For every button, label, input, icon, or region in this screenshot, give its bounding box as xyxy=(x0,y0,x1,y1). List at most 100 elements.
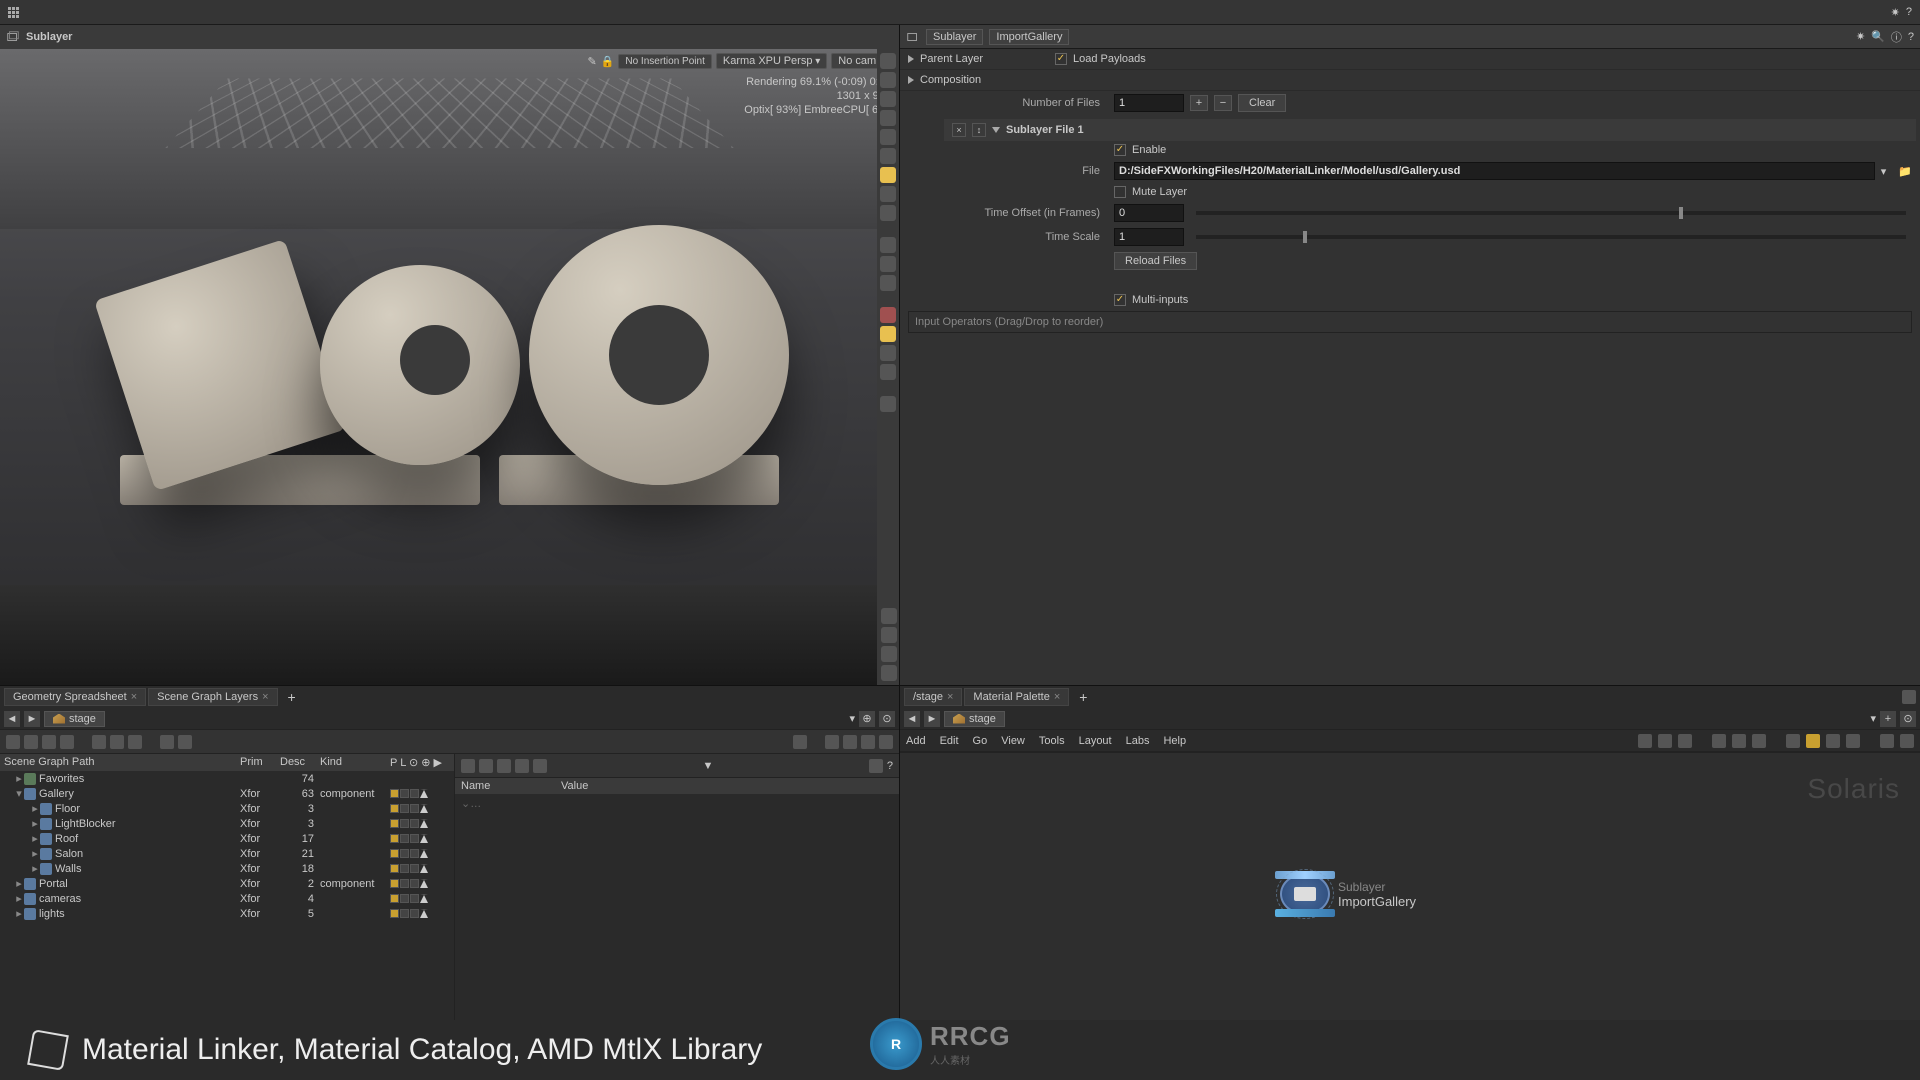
net-add-icon[interactable]: + xyxy=(1880,711,1896,727)
scene-graph-row[interactable]: ▸RoofXfor17 xyxy=(0,831,454,846)
renderer-chip[interactable]: Karma XPU Persp ▾ xyxy=(716,53,827,69)
panel-help-icon[interactable]: ? xyxy=(1908,31,1914,43)
menu-view[interactable]: View xyxy=(1001,735,1025,747)
sublayer-file-section[interactable]: × ↕ Sublayer File 1 xyxy=(944,119,1916,141)
scene-graph-row[interactable]: ▾GalleryXfor63component xyxy=(0,786,454,801)
remove-sublayer-icon[interactable]: × xyxy=(952,123,966,137)
tab-geometry-spreadsheet[interactable]: Geometry Spreadsheet× xyxy=(4,688,146,706)
dropdown-icon[interactable]: ▾ xyxy=(849,712,855,725)
add-file-button[interactable]: + xyxy=(1190,95,1208,111)
vp-tool-8[interactable] xyxy=(880,186,896,202)
vp-tool-12[interactable] xyxy=(880,275,896,291)
net-gear-icon[interactable]: ⊙ xyxy=(1900,711,1916,727)
network-path[interactable]: stage xyxy=(944,711,1005,727)
nt-icon-6[interactable] xyxy=(1752,734,1766,748)
pp-view-4[interactable] xyxy=(515,759,529,773)
vp-tool-10[interactable] xyxy=(880,237,896,253)
menu-add[interactable]: Add xyxy=(906,735,926,747)
clear-files-button[interactable]: Clear xyxy=(1238,94,1286,112)
vp-tool-4[interactable] xyxy=(880,110,896,126)
pencil-icon[interactable]: ✎ xyxy=(587,55,596,68)
file-browser-icon[interactable]: 📁 xyxy=(1898,165,1912,178)
tb-icon-14[interactable] xyxy=(879,735,893,749)
nt-icon-10[interactable] xyxy=(1846,734,1860,748)
nt-icon-11[interactable] xyxy=(1880,734,1894,748)
panel-search-icon[interactable]: 🔍 xyxy=(1871,30,1885,43)
pp-help-icon[interactable]: ? xyxy=(887,760,893,772)
net-back-icon[interactable]: ◄ xyxy=(904,711,920,727)
enable-checkbox[interactable] xyxy=(1114,144,1126,156)
scene-graph-row[interactable]: ▸FloorXfor3 xyxy=(0,801,454,816)
node-importgallery[interactable]: Sublayer ImportGallery xyxy=(1280,873,1416,915)
tb-icon-6[interactable] xyxy=(110,735,124,749)
time-offset-slider[interactable] xyxy=(1196,211,1906,215)
search-icon[interactable] xyxy=(1900,734,1914,748)
vp-tool-6[interactable] xyxy=(880,148,896,164)
tb-icon-9[interactable] xyxy=(178,735,192,749)
scene-graph-row[interactable]: ▸LightBlockerXfor3 xyxy=(0,816,454,831)
tab-stage[interactable]: /stage× xyxy=(904,688,962,706)
gear-icon[interactable]: ✷ xyxy=(1891,6,1900,19)
breadcrumb-type[interactable]: Sublayer xyxy=(926,29,983,45)
tb-icon-1[interactable] xyxy=(6,735,20,749)
remove-file-button[interactable]: − xyxy=(1214,95,1232,111)
file-dropdown-icon[interactable]: ▾ xyxy=(1881,165,1887,178)
tb-icon-8[interactable] xyxy=(160,735,174,749)
vp-grid-icon[interactable] xyxy=(881,665,897,681)
tb-icon-7[interactable] xyxy=(128,735,142,749)
tb-icon-2[interactable] xyxy=(24,735,38,749)
tb-icon-4[interactable] xyxy=(60,735,74,749)
time-offset-input[interactable] xyxy=(1114,204,1184,222)
scene-graph-row[interactable]: ▸lightsXfor5 xyxy=(0,906,454,921)
filter-icon[interactable]: ▼ xyxy=(703,760,714,772)
time-scale-slider[interactable] xyxy=(1196,235,1906,239)
net-max-icon[interactable] xyxy=(1902,690,1916,704)
tb-icon-3[interactable] xyxy=(42,735,56,749)
vp-snapshot-icon[interactable] xyxy=(881,608,897,624)
menu-help[interactable]: Help xyxy=(1163,735,1186,747)
nt-icon-8[interactable] xyxy=(1806,734,1820,748)
scene-graph-row[interactable]: ▸Favorites74 xyxy=(0,771,454,786)
lock-icon[interactable]: 🔒 xyxy=(601,55,615,68)
tab-material-palette[interactable]: Material Palette× xyxy=(964,688,1069,706)
menu-edit[interactable]: Edit xyxy=(940,735,959,747)
nt-icon-4[interactable] xyxy=(1712,734,1726,748)
vp-tool-11[interactable] xyxy=(880,256,896,272)
stage-path[interactable]: stage xyxy=(44,711,105,727)
tb-icon-13[interactable] xyxy=(861,735,875,749)
panel-gear-icon[interactable]: ✷ xyxy=(1856,30,1865,43)
scene-graph-row[interactable]: ▸SalonXfor21 xyxy=(0,846,454,861)
pp-view-5[interactable] xyxy=(533,759,547,773)
load-payloads-checkbox[interactable] xyxy=(1055,53,1067,65)
breadcrumb-name[interactable]: ImportGallery xyxy=(989,29,1069,45)
scene-graph-row[interactable]: ▸PortalXfor2component xyxy=(0,876,454,891)
app-menu-icon[interactable] xyxy=(8,7,19,18)
menu-labs[interactable]: Labs xyxy=(1126,735,1150,747)
tb-icon-12[interactable] xyxy=(843,735,857,749)
vp-tool-13[interactable] xyxy=(880,307,896,323)
net-dropdown-icon[interactable]: ▾ xyxy=(1870,712,1876,725)
nav-fwd-icon[interactable]: ► xyxy=(24,711,40,727)
viewport[interactable]: ✎ 🔒 No Insertion Point Karma XPU Persp ▾… xyxy=(0,49,899,685)
nav-back-icon[interactable]: ◄ xyxy=(4,711,20,727)
vp-tool-light[interactable] xyxy=(880,167,896,183)
vp-tool-14[interactable] xyxy=(880,326,896,342)
tb-icon-11[interactable] xyxy=(825,735,839,749)
vp-tool-5[interactable] xyxy=(880,129,896,145)
vp-tool-9[interactable] xyxy=(880,205,896,221)
vp-tool-1[interactable] xyxy=(880,53,896,69)
pp-view-2[interactable] xyxy=(479,759,493,773)
pp-cam-icon[interactable] xyxy=(869,759,883,773)
vp-info-icon[interactable] xyxy=(881,627,897,643)
panel-info-icon[interactable]: ⓘ xyxy=(1891,29,1902,45)
insertion-chip[interactable]: No Insertion Point xyxy=(618,54,712,69)
add-network-tab[interactable]: + xyxy=(1071,687,1095,707)
scene-graph-row[interactable]: ▸WallsXfor18 xyxy=(0,861,454,876)
gear-icon[interactable]: ⊙ xyxy=(879,711,895,727)
vp-tool-2[interactable] xyxy=(880,72,896,88)
vp-tool-17[interactable] xyxy=(880,396,896,412)
vp-tool-16[interactable] xyxy=(880,364,896,380)
add-tab-button[interactable]: + xyxy=(280,687,304,707)
menu-layout[interactable]: Layout xyxy=(1079,735,1112,747)
scene-graph-row[interactable]: ▸camerasXfor4 xyxy=(0,891,454,906)
